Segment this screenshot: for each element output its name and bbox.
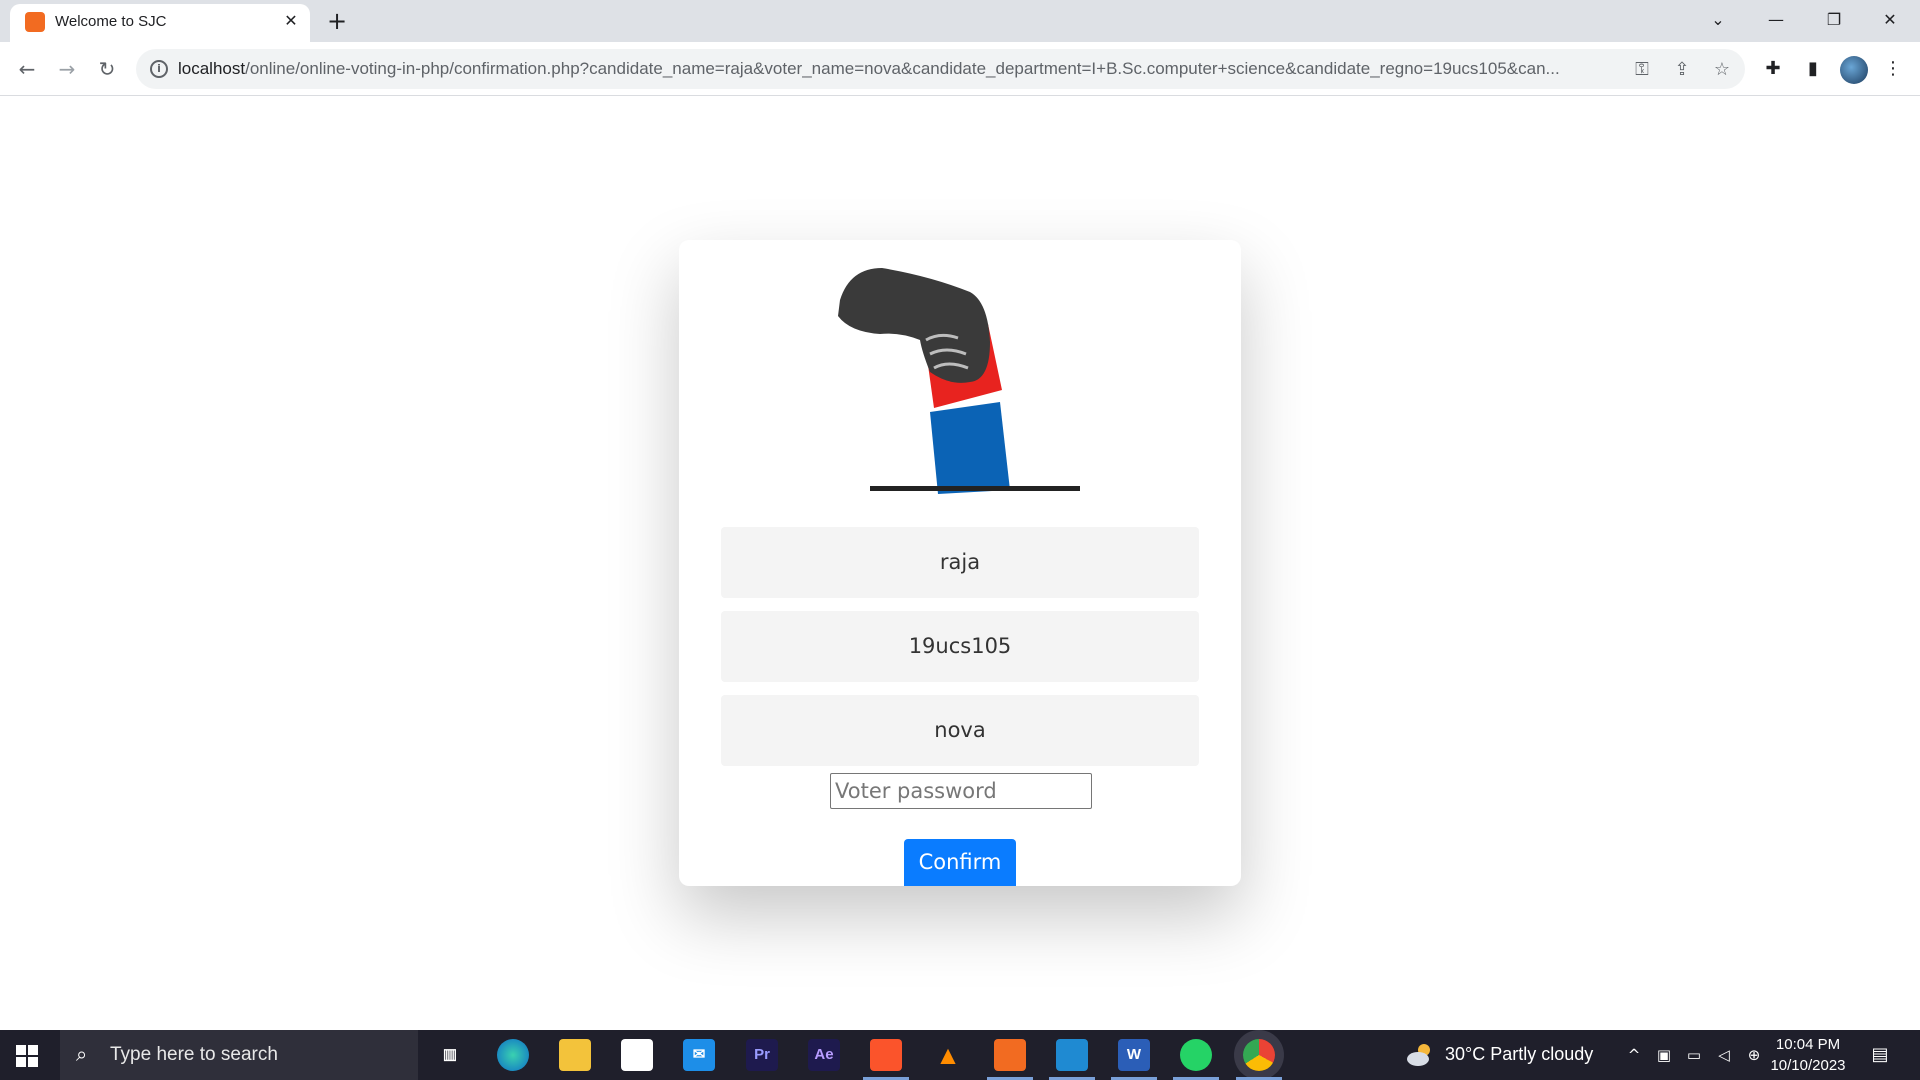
extensions-icon[interactable]: ✚: [1758, 54, 1788, 84]
vlc-icon[interactable]: ▲: [932, 1039, 964, 1071]
site-info-icon[interactable]: i: [150, 60, 168, 78]
url-path: /online/online-voting-in-php/confirmatio…: [245, 59, 1560, 78]
ballot-blue-piece: [930, 402, 1010, 494]
show-hidden-icons-icon[interactable]: ^: [1624, 1045, 1644, 1065]
voter-password-input[interactable]: Voter password: [830, 773, 1092, 809]
restore-button[interactable]: ❐: [1806, 0, 1862, 40]
share-icon[interactable]: ⇪: [1670, 58, 1694, 82]
back-icon[interactable]: ←: [12, 54, 42, 84]
forward-icon[interactable]: →: [52, 54, 82, 84]
whatsapp-icon[interactable]: [1173, 1039, 1219, 1080]
taskbar-search-box[interactable]: ⌕ Type here to search: [60, 1030, 418, 1080]
address-bar[interactable]: i localhost/online/online-voting-in-php/…: [136, 49, 1745, 89]
url-host: localhost: [178, 59, 246, 78]
candidate-regno-field[interactable]: 19ucs105: [721, 611, 1199, 682]
voter-name-field[interactable]: nova: [721, 695, 1199, 766]
reload-icon[interactable]: ↻: [92, 54, 122, 84]
ballot-box-slot: [870, 486, 1080, 491]
windows-start-icon[interactable]: [16, 1045, 38, 1067]
taskbar-search-text: Type here to search: [110, 1044, 278, 1065]
tab-title: Welcome to SJC: [55, 13, 167, 30]
language-globe-icon[interactable]: ⊕: [1744, 1045, 1764, 1065]
new-tab-button[interactable]: +: [322, 7, 352, 37]
side-panel-icon[interactable]: ▮: [1798, 54, 1828, 84]
meet-now-icon[interactable]: ▣: [1654, 1045, 1674, 1065]
volume-icon[interactable]: ◁: [1714, 1045, 1734, 1065]
task-view-icon[interactable]: ▥: [434, 1039, 466, 1071]
ballot-vote-illustration: [838, 268, 1080, 494]
word-icon[interactable]: W: [1111, 1039, 1157, 1080]
more-menu-icon[interactable]: ⋮: [1878, 54, 1908, 84]
brave-icon[interactable]: [863, 1039, 909, 1080]
mail-icon[interactable]: ✉: [683, 1039, 715, 1071]
bookmark-star-icon[interactable]: ☆: [1710, 58, 1734, 82]
after-effects-icon[interactable]: Ae: [808, 1039, 840, 1071]
xampp-favicon-icon: [25, 12, 45, 32]
partly-cloudy-icon[interactable]: [1406, 1042, 1434, 1068]
vscode-icon[interactable]: [1049, 1039, 1095, 1080]
close-window-button[interactable]: ✕: [1862, 0, 1918, 40]
tab-search-icon[interactable]: ⌄: [1690, 0, 1746, 40]
profile-avatar[interactable]: [1840, 56, 1868, 84]
file-explorer-icon[interactable]: [559, 1039, 591, 1071]
browser-tab[interactable]: Welcome to SJC ✕: [10, 4, 310, 42]
battery-icon[interactable]: ▭: [1684, 1045, 1704, 1065]
taskbar-clock[interactable]: 10:04 PM 10/10/2023: [1768, 1034, 1848, 1076]
confirm-button[interactable]: Confirm: [904, 839, 1016, 886]
browser-toolbar: ← → ↻ i localhost/online/online-voting-i…: [0, 42, 1920, 96]
edge-icon[interactable]: [497, 1039, 529, 1071]
tab-close-icon[interactable]: ✕: [280, 10, 302, 32]
minimize-button[interactable]: —: [1748, 0, 1804, 40]
microsoft-store-icon[interactable]: [621, 1039, 653, 1071]
browser-tab-strip: Welcome to SJC ✕ + ⌄ — ❐ ✕: [0, 0, 1920, 42]
search-icon: ⌕: [76, 1042, 88, 1066]
chrome-icon[interactable]: [1236, 1039, 1282, 1080]
premiere-pro-icon[interactable]: Pr: [746, 1039, 778, 1071]
windows-taskbar: ⌕ Type here to search ▥ ✉ Pr Ae ▲ W 30°C…: [0, 1030, 1920, 1080]
notification-center-icon[interactable]: ▤: [1868, 1043, 1892, 1067]
url-text[interactable]: localhost/online/online-voting-in-php/co…: [178, 59, 1618, 79]
candidate-name-field[interactable]: raja: [721, 527, 1199, 598]
clock-time: 10:04 PM: [1775, 1036, 1841, 1053]
weather-text[interactable]: 30°C Partly cloudy: [1445, 1044, 1593, 1065]
xampp-icon[interactable]: [987, 1039, 1033, 1080]
clock-date: 10/10/2023: [1770, 1057, 1846, 1074]
hand-shape: [838, 268, 990, 383]
key-icon[interactable]: ⚿: [1630, 58, 1654, 82]
